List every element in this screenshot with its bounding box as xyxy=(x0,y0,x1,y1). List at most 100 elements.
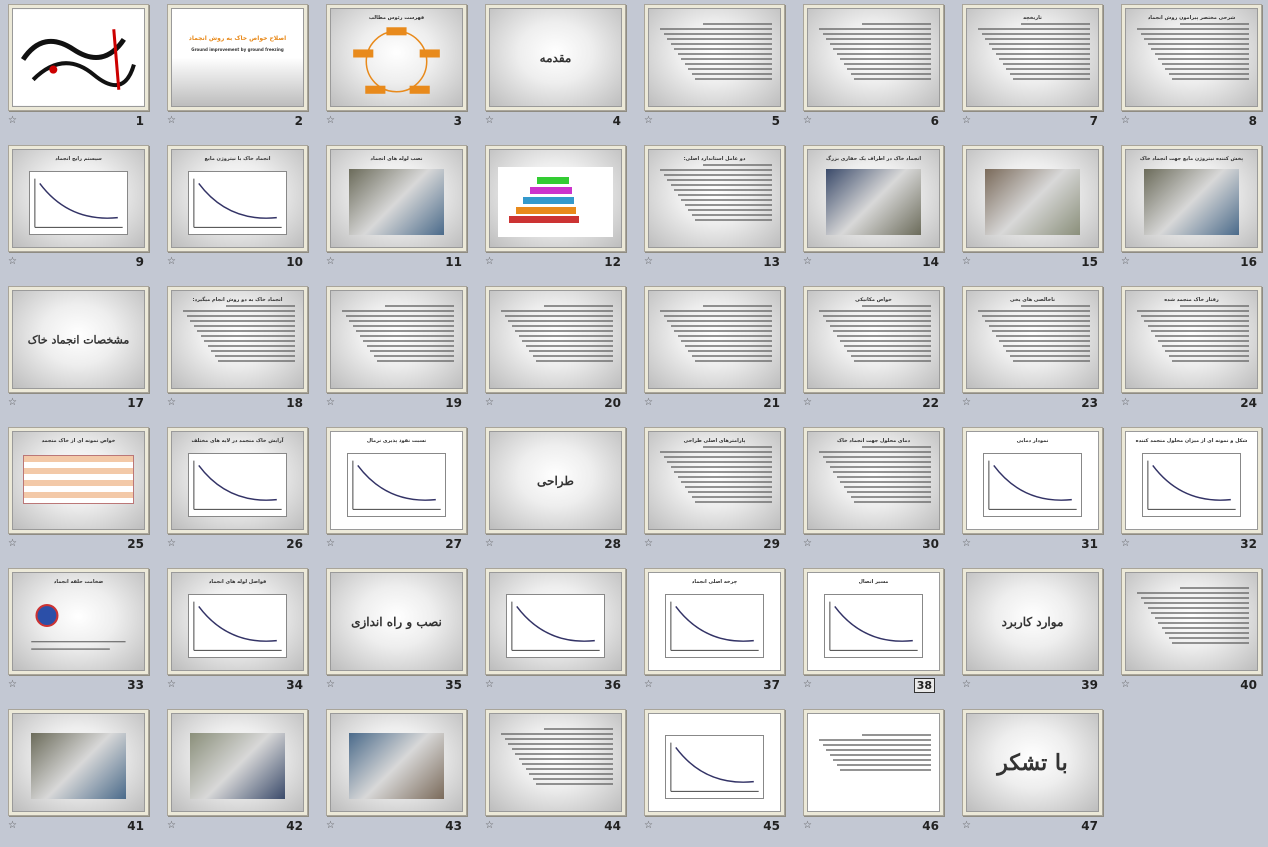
slide-preview[interactable] xyxy=(966,149,1099,248)
slide-frame[interactable]: انجماد خاک به دو روش انجام میگیرد: xyxy=(167,286,308,393)
slide-frame[interactable]: خواص نمونه ای از خاک منجمد xyxy=(8,427,149,534)
star-icon[interactable]: ☆ xyxy=(644,821,653,831)
slide-thumbnail-21[interactable]: ☆ 21 xyxy=(636,282,794,423)
slide-thumbnail-15[interactable]: ☆ 15 xyxy=(954,141,1112,282)
slide-frame[interactable]: خواص مکانیکی xyxy=(803,286,944,393)
slide-preview[interactable] xyxy=(1125,572,1258,671)
star-icon[interactable]: ☆ xyxy=(8,539,17,549)
slide-frame[interactable] xyxy=(1121,568,1262,675)
slide-thumbnail-14[interactable]: انجماد خاک در اطراف یک حفاری بزرگ ☆ 14 xyxy=(795,141,953,282)
slide-frame[interactable] xyxy=(803,4,944,111)
slide-preview[interactable] xyxy=(489,572,622,671)
star-icon[interactable]: ☆ xyxy=(485,116,494,126)
slide-preview[interactable]: فهرست رئوس مطالب xyxy=(330,8,463,107)
slide-thumbnail-30[interactable]: دمای محلول جهت انجماد خاک ☆ 30 xyxy=(795,423,953,564)
slide-thumbnail-16[interactable]: پخش کننده نیتروژن مایع جهت انجماد خاک ☆ 16 xyxy=(1113,141,1268,282)
star-icon[interactable]: ☆ xyxy=(644,257,653,267)
star-icon[interactable]: ☆ xyxy=(326,398,335,408)
slide-preview[interactable]: طراحی xyxy=(489,431,622,530)
slide-thumbnail-11[interactable]: نصب لوله های انجماد ☆ 11 xyxy=(318,141,476,282)
slide-thumbnail-33[interactable]: ضخامت حلقه انجماد ☆ 33 xyxy=(0,564,158,705)
slide-preview[interactable]: خواص نمونه ای از خاک منجمد xyxy=(12,431,145,530)
star-icon[interactable]: ☆ xyxy=(8,116,17,126)
slide-thumbnail-18[interactable]: انجماد خاک به دو روش انجام میگیرد: ☆ 18 xyxy=(159,282,317,423)
star-icon[interactable]: ☆ xyxy=(326,821,335,831)
star-icon[interactable]: ☆ xyxy=(485,680,494,690)
slide-preview[interactable]: نمودار دمایی xyxy=(966,431,1099,530)
slide-frame[interactable]: موارد کاربرد xyxy=(962,568,1103,675)
star-icon[interactable]: ☆ xyxy=(1121,257,1130,267)
slide-thumbnail-22[interactable]: خواص مکانیکی ☆ 22 xyxy=(795,282,953,423)
slide-frame[interactable] xyxy=(485,568,626,675)
slide-preview[interactable]: رفتار خاک منجمد شده xyxy=(1125,290,1258,389)
slide-preview[interactable]: ناخالصی های یخی xyxy=(966,290,1099,389)
star-icon[interactable]: ☆ xyxy=(962,116,971,126)
slide-preview[interactable]: با تشکر xyxy=(966,713,1099,812)
slide-frame[interactable]: پارامترهای اصلی طراحی xyxy=(644,427,785,534)
slide-thumbnail-19[interactable]: ☆ 19 xyxy=(318,282,476,423)
star-icon[interactable]: ☆ xyxy=(644,539,653,549)
slide-frame[interactable]: انجماد خاک با نیتروژن مایع xyxy=(167,145,308,252)
slide-preview[interactable]: پارامترهای اصلی طراحی xyxy=(648,431,781,530)
slide-thumbnail-1[interactable]: ☆ 1 xyxy=(0,0,158,141)
slide-preview[interactable]: نسبت نفوذ پذیری نرمال xyxy=(330,431,463,530)
slide-preview[interactable]: فواصل لوله های انجماد xyxy=(171,572,304,671)
slide-thumbnail-2[interactable]: اصلاح خواص خاک به روش انجماد Ground impro… xyxy=(159,0,317,141)
slide-thumbnail-8[interactable]: شرحی مختصر پیرامون روش انجماد ☆ 8 xyxy=(1113,0,1268,141)
star-icon[interactable]: ☆ xyxy=(962,821,971,831)
slide-frame[interactable]: مقدمه xyxy=(485,4,626,111)
slide-frame[interactable]: طراحی xyxy=(485,427,626,534)
slide-frame[interactable] xyxy=(962,145,1103,252)
star-icon[interactable]: ☆ xyxy=(485,821,494,831)
star-icon[interactable]: ☆ xyxy=(8,398,17,408)
slide-thumbnail-29[interactable]: پارامترهای اصلی طراحی ☆ 29 xyxy=(636,423,794,564)
slide-frame[interactable] xyxy=(485,709,626,816)
star-icon[interactable]: ☆ xyxy=(803,680,812,690)
slide-frame[interactable]: انجماد خاک در اطراف یک حفاری بزرگ xyxy=(803,145,944,252)
slide-thumbnail-10[interactable]: انجماد خاک با نیتروژن مایع ☆ 10 xyxy=(159,141,317,282)
slide-thumbnail-4[interactable]: مقدمه ☆ 4 xyxy=(477,0,635,141)
slide-thumbnail-12[interactable]: ☆ 12 xyxy=(477,141,635,282)
star-icon[interactable]: ☆ xyxy=(167,539,176,549)
slide-frame[interactable] xyxy=(8,4,149,111)
slide-thumbnail-23[interactable]: ناخالصی های یخی ☆ 23 xyxy=(954,282,1112,423)
star-icon[interactable]: ☆ xyxy=(803,539,812,549)
star-icon[interactable]: ☆ xyxy=(8,821,17,831)
slide-preview[interactable]: مشخصات انجماد خاک xyxy=(12,290,145,389)
slide-preview[interactable]: شرحی مختصر پیرامون روش انجماد xyxy=(1125,8,1258,107)
star-icon[interactable]: ☆ xyxy=(167,398,176,408)
star-icon[interactable]: ☆ xyxy=(326,680,335,690)
slide-thumbnail-39[interactable]: موارد کاربرد ☆ 39 xyxy=(954,564,1112,705)
slide-frame[interactable]: رفتار خاک منجمد شده xyxy=(1121,286,1262,393)
slide-preview[interactable] xyxy=(330,290,463,389)
slide-preview[interactable]: مسیر اتصال xyxy=(807,572,940,671)
slide-thumbnail-27[interactable]: نسبت نفوذ پذیری نرمال ☆ 27 xyxy=(318,423,476,564)
slide-thumbnail-26[interactable]: آرایش خاک منجمد در لایه های مختلف ☆ 26 xyxy=(159,423,317,564)
star-icon[interactable]: ☆ xyxy=(326,539,335,549)
slide-thumbnail-40[interactable]: ☆ 40 xyxy=(1113,564,1268,705)
slide-frame[interactable]: نصب و راه اندازی xyxy=(326,568,467,675)
slide-frame[interactable]: دو عامل استاندارد اصلی: xyxy=(644,145,785,252)
slide-thumbnail-45[interactable]: ☆ 45 xyxy=(636,705,794,846)
slide-thumbnail-5[interactable]: ☆ 5 xyxy=(636,0,794,141)
slide-thumbnail-28[interactable]: طراحی ☆ 28 xyxy=(477,423,635,564)
slide-frame[interactable]: چرخه اصلی انجماد xyxy=(644,568,785,675)
slide-preview[interactable] xyxy=(807,8,940,107)
slide-frame[interactable]: فهرست رئوس مطالب xyxy=(326,4,467,111)
slide-frame[interactable]: شرحی مختصر پیرامون روش انجماد xyxy=(1121,4,1262,111)
slide-frame[interactable] xyxy=(326,709,467,816)
slide-preview[interactable]: پخش کننده نیتروژن مایع جهت انجماد خاک xyxy=(1125,149,1258,248)
slide-preview[interactable]: اصلاح خواص خاک به روش انجماد Ground impro… xyxy=(171,8,304,107)
star-icon[interactable]: ☆ xyxy=(962,398,971,408)
slide-thumbnail-42[interactable]: ☆ 42 xyxy=(159,705,317,846)
slide-preview[interactable]: انجماد خاک در اطراف یک حفاری بزرگ xyxy=(807,149,940,248)
slide-frame[interactable] xyxy=(644,286,785,393)
slide-thumbnail-9[interactable]: سیستم رایج انجماد ☆ 9 xyxy=(0,141,158,282)
slide-frame[interactable] xyxy=(803,709,944,816)
slide-frame[interactable]: سیستم رایج انجماد xyxy=(8,145,149,252)
slide-frame[interactable]: مسیر اتصال xyxy=(803,568,944,675)
slide-frame[interactable] xyxy=(167,709,308,816)
slide-preview[interactable]: دمای محلول جهت انجماد خاک xyxy=(807,431,940,530)
slide-preview[interactable] xyxy=(648,290,781,389)
slide-thumbnail-17[interactable]: مشخصات انجماد خاک ☆ 17 xyxy=(0,282,158,423)
